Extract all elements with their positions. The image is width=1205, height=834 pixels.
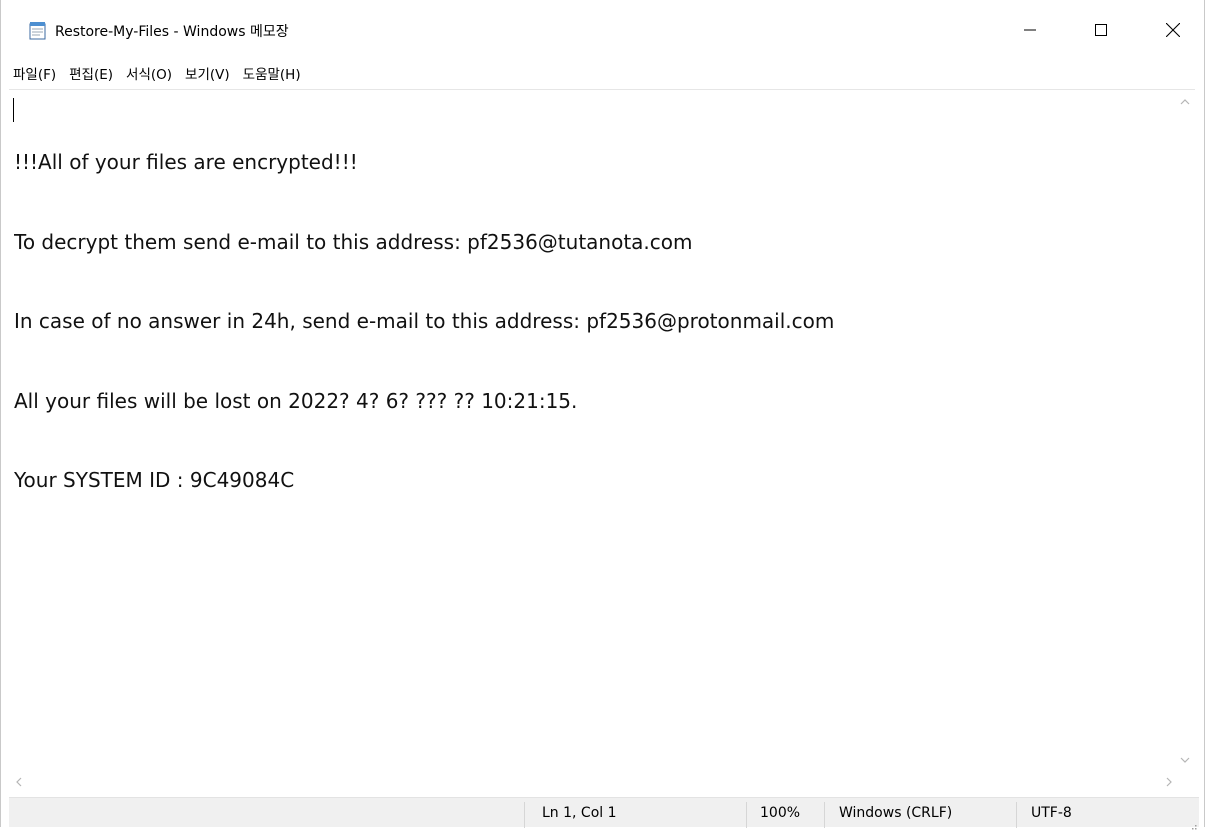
status-line-ending: Windows (CRLF) — [839, 805, 953, 821]
minimize-icon — [1024, 24, 1036, 36]
text-editor[interactable]: !!!All of your files are encrypted!!! To… — [9, 89, 1195, 770]
resize-grip-icon[interactable] — [1187, 815, 1197, 830]
close-icon — [1166, 23, 1180, 37]
menu-edit[interactable]: 편집(E) — [69, 63, 113, 83]
status-separator — [824, 802, 825, 828]
scroll-up-icon[interactable] — [1180, 96, 1190, 109]
maximize-button[interactable] — [1069, 0, 1133, 60]
scroll-right-icon[interactable] — [1165, 777, 1173, 790]
menu-bar: 파일(F) 편집(E) 서식(O) 보기(V) 도움말(H) — [1, 60, 1204, 86]
notepad-icon — [28, 21, 47, 40]
scroll-left-icon[interactable] — [15, 777, 23, 790]
status-encoding: UTF-8 — [1031, 805, 1072, 821]
document-line: To decrypt them send e-mail to this addr… — [14, 229, 693, 254]
title-bar[interactable]: Restore-My-Files - Windows 메모장 — [1, 0, 1204, 60]
document-line: In case of no answer in 24h, send e-mail… — [14, 309, 835, 333]
scroll-down-icon[interactable] — [1180, 754, 1190, 767]
vertical-scrollbar[interactable] — [1175, 90, 1195, 770]
menu-file[interactable]: 파일(F) — [13, 63, 56, 83]
horizontal-scrollbar[interactable] — [9, 771, 1195, 793]
status-separator — [524, 802, 525, 828]
document-line: Your SYSTEM ID : 9C49084C — [14, 468, 295, 492]
menu-help[interactable]: 도움말(H) — [243, 63, 301, 83]
status-separator — [746, 802, 747, 828]
close-button[interactable] — [1141, 0, 1205, 60]
maximize-icon — [1095, 24, 1107, 36]
document-text[interactable]: !!!All of your files are encrypted!!! To… — [14, 96, 1164, 756]
document-line: !!!All of your files are encrypted!!! — [14, 150, 358, 174]
status-position: Ln 1, Col 1 — [542, 805, 617, 821]
status-zoom: 100% — [760, 805, 801, 821]
status-separator — [1016, 802, 1017, 828]
menu-view[interactable]: 보기(V) — [185, 63, 230, 83]
status-bar: Ln 1, Col 1 100% Windows (CRLF) UTF-8 — [9, 797, 1199, 830]
document-line: All your files will be lost on 2022? 4? … — [14, 388, 578, 413]
menu-format[interactable]: 서식(O) — [126, 63, 172, 83]
minimize-button[interactable] — [998, 0, 1062, 60]
window-title: Restore-My-Files - Windows 메모장 — [55, 24, 289, 40]
notepad-window: Restore-My-Files - Windows 메모장 파일(F) 편집(… — [0, 0, 1205, 830]
